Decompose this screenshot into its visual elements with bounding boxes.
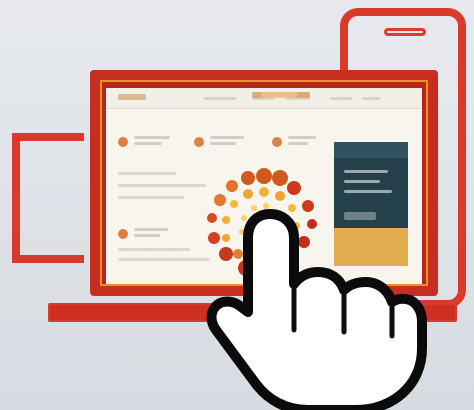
left-device-outline-icon <box>12 133 84 263</box>
promo-panel-band <box>334 142 408 158</box>
content-line <box>134 234 160 237</box>
content-line <box>288 136 316 139</box>
content-line <box>118 172 176 175</box>
pointing-hand-icon <box>206 209 427 410</box>
screen-brand <box>118 94 146 100</box>
promo-panel-line <box>344 180 380 183</box>
content-line <box>118 248 190 251</box>
screen-nav-line <box>204 97 236 100</box>
content-dot <box>194 137 204 147</box>
promo-panel-line <box>344 170 388 173</box>
content-line <box>134 228 168 231</box>
content-line <box>118 196 184 199</box>
content-line <box>134 142 162 145</box>
content-line <box>210 142 236 145</box>
content-row <box>118 130 188 154</box>
phone-speaker-icon <box>384 28 426 36</box>
illustration-scene <box>0 0 474 410</box>
promo-panel-line <box>344 190 392 193</box>
screen-nav-line <box>362 97 380 100</box>
content-dot <box>272 137 282 147</box>
content-row <box>118 222 188 246</box>
content-row <box>272 130 328 154</box>
content-line <box>210 136 244 139</box>
content-dot <box>118 229 128 239</box>
content-dot <box>118 137 128 147</box>
content-row <box>194 130 264 154</box>
content-line <box>288 142 308 145</box>
screen-logo <box>252 92 310 98</box>
content-line <box>134 136 170 139</box>
screen-nav-line <box>330 97 352 100</box>
